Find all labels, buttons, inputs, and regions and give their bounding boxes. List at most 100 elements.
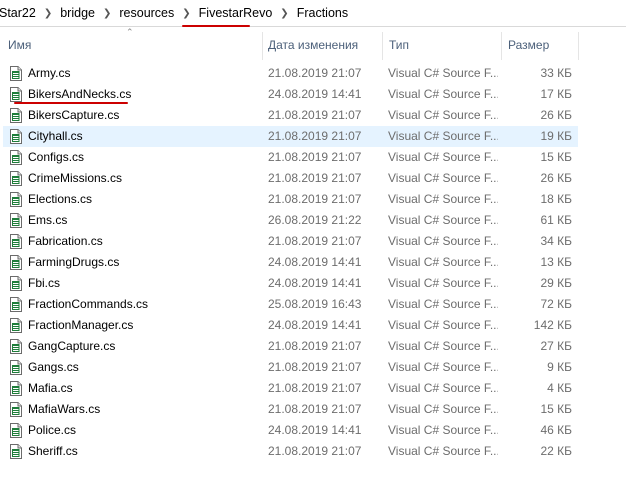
file-size: 46 КБ	[540, 423, 572, 437]
csharp-file-icon	[10, 423, 22, 438]
file-size: 22 КБ	[540, 444, 572, 458]
file-row[interactable]: Cityhall.cs 21.08.2019 21:07 Visual C# Sou…	[3, 126, 578, 147]
file-name: BikersAndNecks.cs	[28, 87, 132, 101]
file-name: Configs.cs	[28, 150, 85, 164]
breadcrumb-item-resources[interactable]: resources	[118, 6, 175, 20]
file-type: Visual C# Source F...	[388, 423, 498, 437]
file-date-modified: 21.08.2019 21:07	[268, 192, 362, 206]
file-date-modified: 24.08.2019 14:41	[268, 87, 362, 101]
file-row[interactable]: FractionCommands.cs 25.08.2019 16:43 Visua…	[3, 294, 578, 315]
file-date-modified: 21.08.2019 21:07	[268, 171, 362, 185]
file-type: Visual C# Source F...	[388, 255, 498, 269]
csharp-file-icon	[10, 171, 22, 186]
breadcrumb-item-star22[interactable]: Star22	[0, 6, 37, 20]
csharp-file-icon	[10, 108, 22, 123]
file-name: Army.cs	[28, 66, 71, 80]
file-name: Elections.cs	[28, 192, 93, 206]
file-row[interactable]: BikersAndNecks.cs 24.08.2019 14:41 Visual …	[3, 84, 578, 105]
file-size: 15 КБ	[540, 402, 572, 416]
file-type: Visual C# Source F...	[388, 339, 498, 353]
file-date-modified: 21.08.2019 21:07	[268, 129, 362, 143]
column-header-type[interactable]: Тип	[389, 30, 409, 60]
file-type: Visual C# Source F...	[388, 297, 498, 311]
file-name: Fabrication.cs	[28, 234, 103, 248]
file-date-modified: 21.08.2019 21:07	[268, 444, 362, 458]
file-date-modified: 21.08.2019 21:07	[268, 234, 362, 248]
column-header-name[interactable]: Имя	[8, 30, 31, 60]
csharp-file-icon	[10, 402, 22, 417]
file-row[interactable]: MafiaWars.cs 21.08.2019 21:07 Visual C# So…	[3, 399, 578, 420]
column-divider[interactable]	[382, 32, 383, 60]
file-date-modified: 26.08.2019 21:22	[268, 213, 362, 227]
csharp-file-icon	[10, 66, 22, 81]
file-type: Visual C# Source F...	[388, 360, 498, 374]
file-name: Ems.cs	[28, 213, 68, 227]
column-divider[interactable]	[262, 32, 263, 60]
file-row[interactable]: Elections.cs 21.08.2019 21:07 Visual C# So…	[3, 189, 578, 210]
csharp-file-icon	[10, 87, 22, 102]
column-header-date[interactable]: Дата изменения	[268, 30, 358, 60]
file-size: 72 КБ	[540, 297, 572, 311]
file-name: Mafia.cs	[28, 381, 73, 395]
file-size: 9 КБ	[547, 360, 572, 374]
file-date-modified: 21.08.2019 21:07	[268, 381, 362, 395]
file-row[interactable]: Army.cs 21.08.2019 21:07 Visual C# Source …	[3, 63, 578, 84]
file-row[interactable]: Ems.cs 26.08.2019 21:22 Visual C# Source F…	[3, 210, 578, 231]
file-row[interactable]: Fabrication.cs 21.08.2019 21:07 Visual C# …	[3, 231, 578, 252]
file-row[interactable]: Sheriff.cs 21.08.2019 21:07 Visual C# Sour…	[3, 441, 578, 462]
column-divider[interactable]	[501, 32, 502, 60]
file-type: Visual C# Source F...	[388, 87, 498, 101]
chevron-right-icon[interactable]: ❯	[37, 8, 59, 19]
file-size: 142 КБ	[533, 318, 572, 332]
breadcrumb-item-bridge[interactable]: bridge	[59, 6, 96, 20]
file-type: Visual C# Source F...	[388, 192, 498, 206]
file-row[interactable]: Mafia.cs 21.08.2019 21:07 Visual C# Source…	[3, 378, 578, 399]
file-row[interactable]: BikersCapture.cs 21.08.2019 21:07 Visual C…	[3, 105, 578, 126]
file-size: 18 КБ	[540, 192, 572, 206]
file-type: Visual C# Source F...	[388, 402, 498, 416]
file-type: Visual C# Source F...	[388, 444, 498, 458]
file-name: BikersCapture.cs	[28, 108, 120, 122]
file-row[interactable]: Configs.cs 21.08.2019 21:07 Visual C# Sour…	[3, 147, 578, 168]
file-name: Sheriff.cs	[28, 444, 78, 458]
column-divider[interactable]	[578, 32, 579, 60]
file-date-modified: 21.08.2019 21:07	[268, 150, 362, 164]
file-type: Visual C# Source F...	[388, 129, 498, 143]
csharp-file-icon	[10, 276, 22, 291]
file-size: 26 КБ	[540, 108, 572, 122]
chevron-right-icon[interactable]: ❯	[96, 8, 118, 19]
file-size: 4 КБ	[547, 381, 572, 395]
file-row[interactable]: Fbi.cs 24.08.2019 14:41 Visual C# Source F…	[3, 273, 578, 294]
file-row[interactable]: Gangs.cs 21.08.2019 21:07 Visual C# Source…	[3, 357, 578, 378]
chevron-right-icon[interactable]: ❯	[175, 8, 197, 19]
file-row[interactable]: GangCapture.cs 21.08.2019 21:07 Visual C# …	[3, 336, 578, 357]
file-size: 33 КБ	[540, 66, 572, 80]
chevron-right-icon[interactable]: ❯	[273, 8, 295, 19]
csharp-file-icon	[10, 234, 22, 249]
breadcrumb-item-fivestarrevo[interactable]: FivestarRevo	[198, 6, 274, 20]
file-row[interactable]: CrimeMissions.cs 21.08.2019 21:07 Visual C…	[3, 168, 578, 189]
file-size: 17 КБ	[540, 87, 572, 101]
file-date-modified: 24.08.2019 14:41	[268, 276, 362, 290]
file-name: FractionManager.cs	[28, 318, 134, 332]
file-size: 13 КБ	[540, 255, 572, 269]
file-row[interactable]: FarmingDrugs.cs 24.08.2019 14:41 Visual C#…	[3, 252, 578, 273]
csharp-file-icon	[10, 381, 22, 396]
file-name: MafiaWars.cs	[28, 402, 101, 416]
file-date-modified: 24.08.2019 14:41	[268, 318, 362, 332]
csharp-file-icon	[10, 444, 22, 459]
file-row[interactable]: Police.cs 24.08.2019 14:41 Visual C# Sourc…	[3, 420, 578, 441]
file-type: Visual C# Source F...	[388, 381, 498, 395]
file-type: Visual C# Source F...	[388, 108, 498, 122]
file-name: Gangs.cs	[28, 360, 79, 374]
file-size: 19 КБ	[540, 129, 572, 143]
file-name: GangCapture.cs	[28, 339, 116, 353]
column-header-size[interactable]: Размер	[508, 30, 549, 60]
csharp-file-icon	[10, 297, 22, 312]
csharp-file-icon	[10, 213, 22, 228]
file-size: 61 КБ	[540, 213, 572, 227]
file-name: Fbi.cs	[28, 276, 61, 290]
csharp-file-icon	[10, 318, 22, 333]
file-row[interactable]: FractionManager.cs 24.08.2019 14:41 Visual…	[3, 315, 578, 336]
breadcrumb-item-fractions[interactable]: Fractions	[296, 6, 349, 20]
